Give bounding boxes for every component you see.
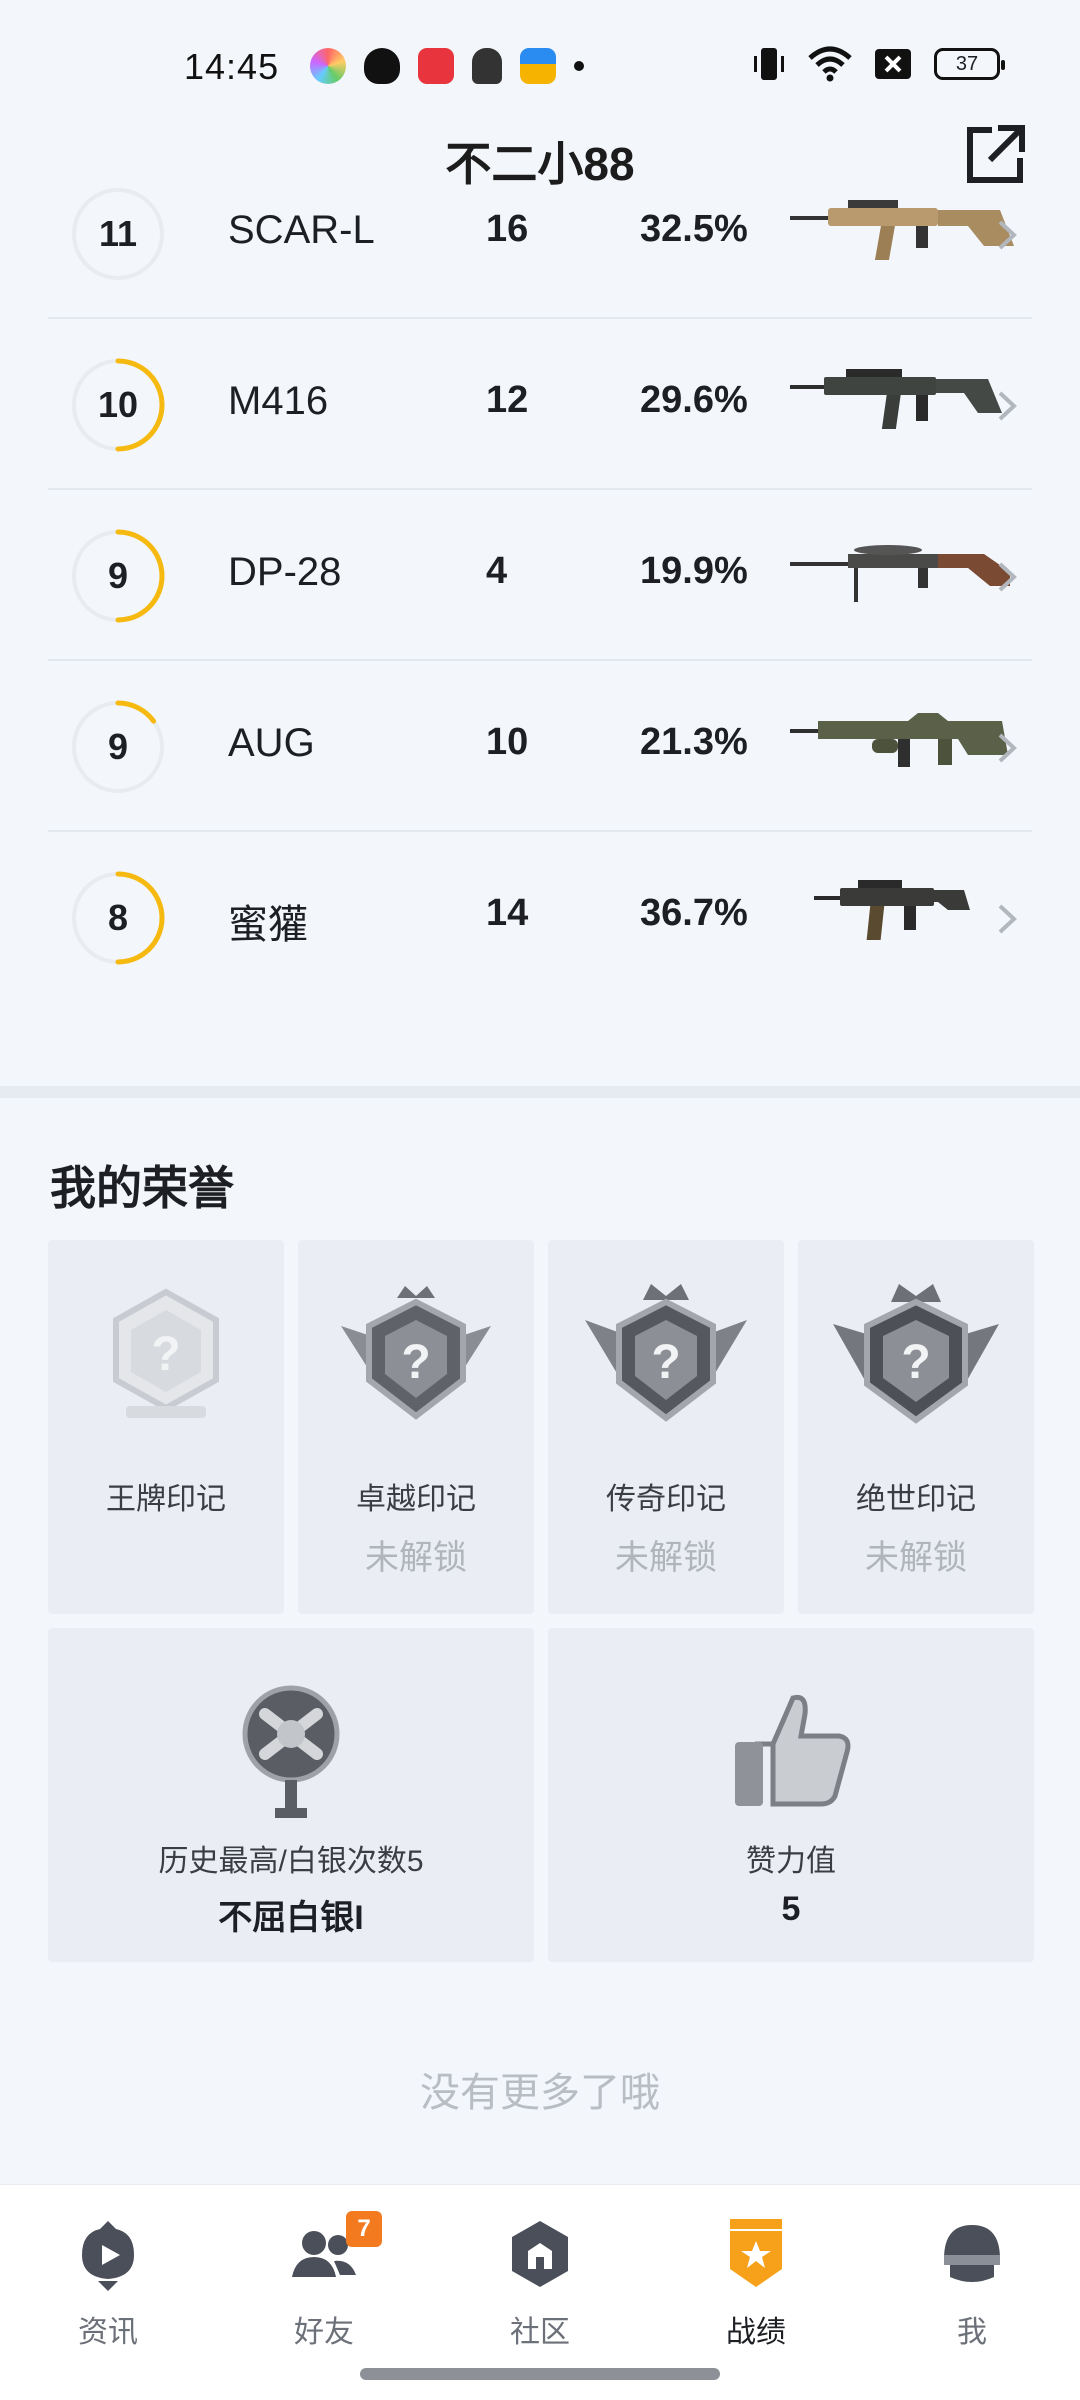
ace-mark-badge-icon: ? — [113, 1288, 219, 1418]
weapon-level: 10 — [97, 384, 139, 425]
status-bar: 14:45 37 — [0, 0, 1080, 130]
silver-rank-badge-icon — [242, 1685, 340, 1818]
weapon-level: 11 — [98, 213, 138, 254]
chevron-right-icon — [998, 562, 1017, 592]
weapon-rate: 29.6% — [640, 379, 748, 421]
nav-label: 我 — [957, 2316, 987, 2349]
community-icon — [512, 2221, 568, 2287]
nav-label: 资讯 — [78, 2316, 138, 2349]
weapon-count: 4 — [486, 550, 508, 592]
more-dot-icon — [574, 61, 584, 71]
system-status: 37 — [752, 46, 1005, 82]
weapon-list: 11 SCAR-L 16 32.5% 10 M416 12 29.6% 9 DP… — [48, 148, 1032, 1003]
likes-card[interactable]: 赞力值 5 — [548, 1628, 1034, 1962]
nav-tab-news[interactable]: 资讯 — [28, 2215, 188, 2355]
honey-badger-rifle-icon — [814, 880, 970, 940]
wifi-icon — [808, 46, 852, 82]
status-time: 14:45 — [184, 46, 280, 87]
weapon-count: 10 — [486, 721, 529, 763]
rank-history-label: 历史最高/白银次数5 — [158, 1845, 424, 1878]
honor-label: 卓越印记 — [356, 1483, 476, 1516]
honor-label: 王牌印记 — [106, 1483, 226, 1516]
svg-text:?: ? — [651, 1336, 680, 1389]
weapon-count: 12 — [486, 379, 529, 421]
section-divider — [0, 1086, 1080, 1098]
nav-tab-stats[interactable]: 战绩 — [676, 2215, 836, 2355]
vibrate-icon — [754, 48, 784, 80]
android-icon — [472, 48, 502, 84]
notification-icons — [310, 46, 584, 86]
honor-card-legend[interactable]: ? 传奇印记 未解锁 — [548, 1240, 784, 1614]
weapon-name: 蜜獾 — [228, 903, 308, 947]
home-indicator[interactable] — [360, 2368, 720, 2380]
weapon-rate: 36.7% — [640, 892, 748, 934]
profile-helmet-icon — [944, 2225, 1000, 2282]
honor-status: 未解锁 — [365, 1539, 467, 1577]
honor-card-ace[interactable]: ? 王牌印记 — [48, 1240, 284, 1614]
scar-l-rifle-icon — [790, 200, 1014, 260]
battery-level: 37 — [955, 52, 979, 75]
nav-label: 好友 — [294, 2316, 354, 2349]
nav-tab-friends[interactable]: 7 好友 — [244, 2211, 404, 2355]
svg-text:?: ? — [151, 1328, 180, 1381]
news-icon — [82, 2221, 134, 2291]
security-app-icon — [364, 48, 400, 84]
weapon-row[interactable]: 10 M416 12 29.6% — [48, 319, 1032, 490]
weapon-row[interactable]: 9 DP-28 4 19.9% — [48, 490, 1032, 661]
weapon-level: 8 — [107, 897, 129, 938]
photos-app-icon — [310, 48, 346, 84]
weapon-level: 9 — [107, 726, 129, 767]
dp-28-machine-gun-icon — [790, 545, 1010, 602]
weapon-name: SCAR-L — [228, 208, 375, 252]
friends-notification-badge: 7 — [346, 2211, 382, 2247]
honor-card-supreme[interactable]: ? 绝世印记 未解锁 — [798, 1240, 1034, 1614]
nav-tab-community[interactable]: 社区 — [460, 2215, 620, 2355]
honor-label: 绝世印记 — [856, 1483, 976, 1516]
music-app-icon — [418, 48, 454, 84]
excellence-mark-badge-icon: ? — [341, 1286, 491, 1420]
weapon-rate: 21.3% — [640, 721, 748, 763]
honor-label: 传奇印记 — [606, 1483, 726, 1516]
honors-title: 我的荣誉 — [50, 1162, 234, 1214]
battery-indicator: 37 — [934, 48, 1005, 80]
end-of-list-text: 没有更多了哦 — [420, 2071, 660, 2115]
weapon-name: DP-28 — [228, 550, 342, 594]
supreme-mark-badge-icon: ? — [833, 1284, 999, 1424]
aug-rifle-icon — [790, 713, 1008, 767]
weapon-count: 14 — [486, 892, 529, 934]
chevron-right-icon — [998, 904, 1017, 934]
svg-text:?: ? — [901, 1336, 930, 1389]
likes-value: 5 — [781, 1890, 801, 1928]
chevron-right-icon — [998, 733, 1017, 763]
weapon-level: 9 — [107, 555, 129, 596]
thumbs-up-icon — [735, 1694, 851, 1807]
svg-text:?: ? — [401, 1336, 430, 1389]
rank-value: 不屈白银I — [218, 1899, 364, 1937]
legend-mark-badge-icon: ? — [585, 1284, 747, 1422]
honor-card-excellence[interactable]: ? 卓越印记 未解锁 — [298, 1240, 534, 1614]
weapon-count: 16 — [486, 208, 529, 250]
m416-rifle-icon — [790, 369, 1002, 429]
honor-status: 未解锁 — [615, 1539, 717, 1577]
weapon-row[interactable]: 11 SCAR-L 16 32.5% — [48, 148, 1032, 319]
weapon-name: AUG — [228, 721, 315, 765]
no-sim-icon — [875, 49, 911, 79]
chevron-right-icon — [998, 391, 1017, 421]
likes-label: 赞力值 — [746, 1845, 836, 1878]
weapon-row[interactable]: 8 蜜獾 14 36.7% — [48, 832, 1032, 1003]
stats-icon — [730, 2219, 782, 2287]
nav-label: 战绩 — [726, 2316, 786, 2349]
weapon-row[interactable]: 9 AUG 10 21.3% — [48, 661, 1032, 832]
chevron-right-icon — [998, 220, 1017, 250]
wallet-app-icon — [520, 48, 556, 84]
nav-label: 社区 — [510, 2316, 570, 2349]
honor-status: 未解锁 — [865, 1539, 967, 1577]
weapon-rate: 32.5% — [640, 208, 748, 250]
nav-tab-profile[interactable]: 我 — [892, 2215, 1052, 2355]
weapon-name: M416 — [228, 379, 329, 423]
rank-card[interactable]: 历史最高/白银次数5 不屈白银I — [48, 1628, 534, 1962]
weapon-rate: 19.9% — [640, 550, 748, 592]
